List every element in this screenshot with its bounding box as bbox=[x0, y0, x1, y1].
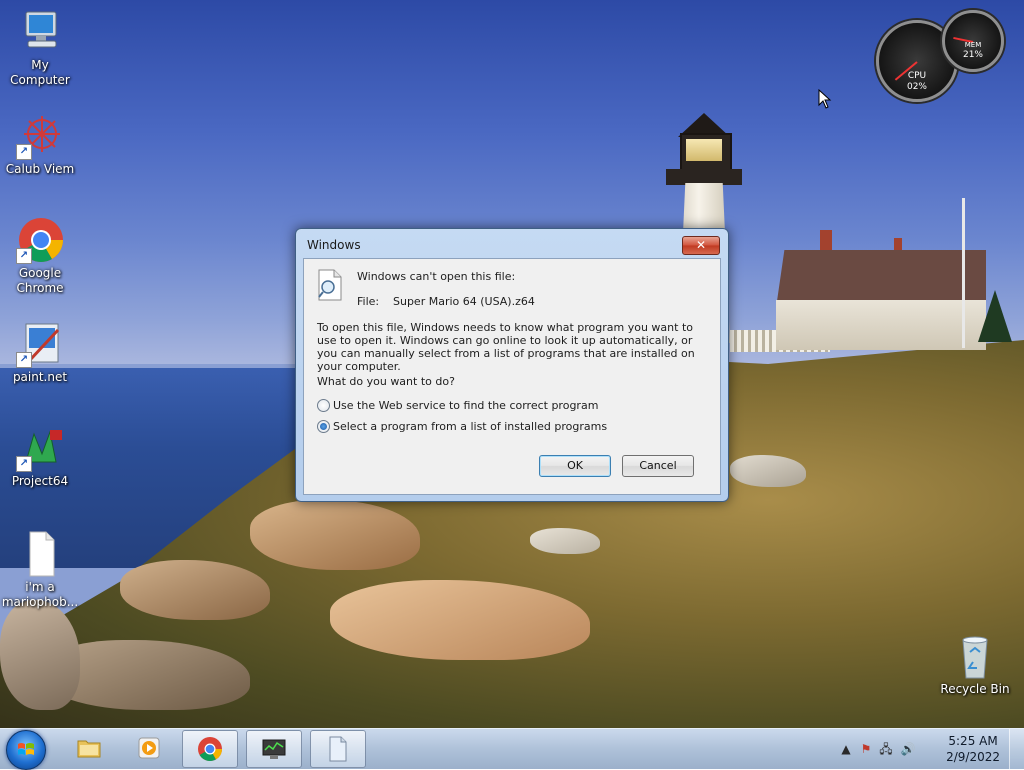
action-center-flag-icon[interactable]: ⚑ bbox=[858, 741, 874, 757]
text-file-icon bbox=[16, 530, 64, 578]
desktop-icon-text-file[interactable]: i'm a mariophob... bbox=[0, 530, 80, 610]
desktop-icon-label: paint.net bbox=[12, 370, 68, 384]
taskbar-media-player[interactable] bbox=[122, 730, 176, 766]
recycle-bin-icon bbox=[951, 632, 999, 680]
desktop-icon-project64[interactable]: ↗ Project64 bbox=[0, 424, 80, 489]
taskbar: ▲ ⚑ 🖧 🔊 5:25 AM 2/9/2022 bbox=[0, 728, 1024, 770]
dialog-explanation: To open this file, Windows needs to know… bbox=[317, 321, 695, 373]
desktop-icon-label: i'm a mariophob... bbox=[1, 580, 79, 609]
chrome-icon: ↗ bbox=[16, 216, 64, 264]
mem-label: MEM bbox=[964, 41, 982, 49]
dialog-title: Windows bbox=[307, 238, 361, 252]
computer-icon bbox=[16, 8, 64, 56]
shortcut-arrow-icon: ↗ bbox=[16, 352, 32, 368]
desktop-icon-google-chrome[interactable]: ↗ Google Chrome bbox=[0, 216, 80, 296]
radio-web-service[interactable] bbox=[317, 399, 330, 412]
radio-installed-programs-label[interactable]: Select a program from a list of installe… bbox=[333, 420, 607, 433]
taskbar-file[interactable] bbox=[310, 730, 366, 768]
media-player-icon bbox=[138, 737, 160, 759]
project64-icon: ↗ bbox=[16, 424, 64, 472]
shortcut-arrow-icon: ↗ bbox=[16, 456, 32, 472]
clock-time: 5:25 AM bbox=[948, 734, 998, 748]
show-hidden-icons-icon[interactable]: ▲ bbox=[838, 741, 854, 757]
desktop-icon-calub-viem[interactable]: ↗ Calub Viem bbox=[0, 112, 80, 177]
folder-icon bbox=[77, 740, 101, 758]
desktop-icon-label: Calub Viem bbox=[5, 162, 75, 176]
windows-logo-icon bbox=[18, 743, 34, 755]
desktop-icon-paint-net[interactable]: ↗ paint.net bbox=[0, 320, 80, 385]
dialog-body: Windows can't open this file: File: Supe… bbox=[303, 258, 721, 495]
start-button[interactable] bbox=[6, 730, 46, 770]
mem-gauge: MEM 21% bbox=[942, 10, 1004, 72]
taskbar-monitor[interactable] bbox=[246, 730, 302, 768]
radio-web-service-label[interactable]: Use the Web service to find the correct … bbox=[333, 399, 598, 412]
radio-installed-programs[interactable] bbox=[317, 420, 330, 433]
wallpaper-flagpole bbox=[962, 198, 965, 348]
shortcut-arrow-icon: ↗ bbox=[16, 144, 32, 160]
close-button[interactable]: ✕ bbox=[682, 236, 720, 255]
blank-file-icon bbox=[329, 736, 347, 762]
desktop-icon-label: Google Chrome bbox=[16, 266, 64, 295]
file-name: Super Mario 64 (USA).z64 bbox=[393, 295, 535, 308]
desktop: My Computer ↗ Calub Viem ↗ Google Chrome… bbox=[0, 0, 1024, 728]
file-label: File: bbox=[357, 295, 380, 308]
desktop-icon-label: Project64 bbox=[11, 474, 69, 488]
taskbar-windows-explorer[interactable] bbox=[62, 730, 116, 766]
cpu-value: 02% bbox=[906, 82, 927, 92]
desktop-icon-label: Recycle Bin bbox=[940, 682, 1010, 696]
wallpaper-rock bbox=[730, 455, 806, 487]
open-with-dialog: Windows ✕ Windows can't open this file: … bbox=[295, 228, 729, 502]
taskbar-chrome[interactable] bbox=[182, 730, 238, 768]
wallpaper-house bbox=[776, 230, 986, 350]
desktop-icon-label: My Computer bbox=[10, 58, 70, 87]
ok-button[interactable]: OK bbox=[539, 455, 611, 477]
cpu-meter-gadget[interactable]: CPU 02% MEM 21% bbox=[874, 10, 1004, 102]
desktop-icon-my-computer[interactable]: My Computer bbox=[0, 8, 80, 88]
dialog-question: What do you want to do? bbox=[317, 375, 455, 388]
cpu-label: CPU bbox=[907, 71, 927, 81]
show-desktop-button[interactable] bbox=[1009, 729, 1024, 769]
paintnet-icon: ↗ bbox=[16, 320, 64, 368]
wallpaper-rock bbox=[530, 528, 600, 554]
cancel-button[interactable]: Cancel bbox=[622, 455, 694, 477]
monitor-icon bbox=[262, 739, 286, 759]
chrome-icon bbox=[198, 737, 222, 762]
network-icon[interactable]: 🖧 bbox=[878, 741, 894, 757]
snowflake-icon: ↗ bbox=[16, 112, 64, 160]
shortcut-arrow-icon: ↗ bbox=[16, 248, 32, 264]
dialog-heading: Windows can't open this file: bbox=[357, 270, 516, 283]
clock-date: 2/9/2022 bbox=[946, 750, 1000, 764]
desktop-icon-recycle-bin[interactable]: Recycle Bin bbox=[935, 632, 1015, 697]
system-tray: ▲ ⚑ 🖧 🔊 5:25 AM 2/9/2022 bbox=[834, 729, 1024, 769]
clock[interactable]: 5:25 AM 2/9/2022 bbox=[946, 733, 1000, 765]
mem-value: 21% bbox=[962, 50, 983, 60]
volume-icon[interactable]: 🔊 bbox=[900, 741, 916, 757]
mouse-cursor-icon bbox=[818, 89, 832, 109]
unknown-file-icon bbox=[317, 269, 343, 301]
